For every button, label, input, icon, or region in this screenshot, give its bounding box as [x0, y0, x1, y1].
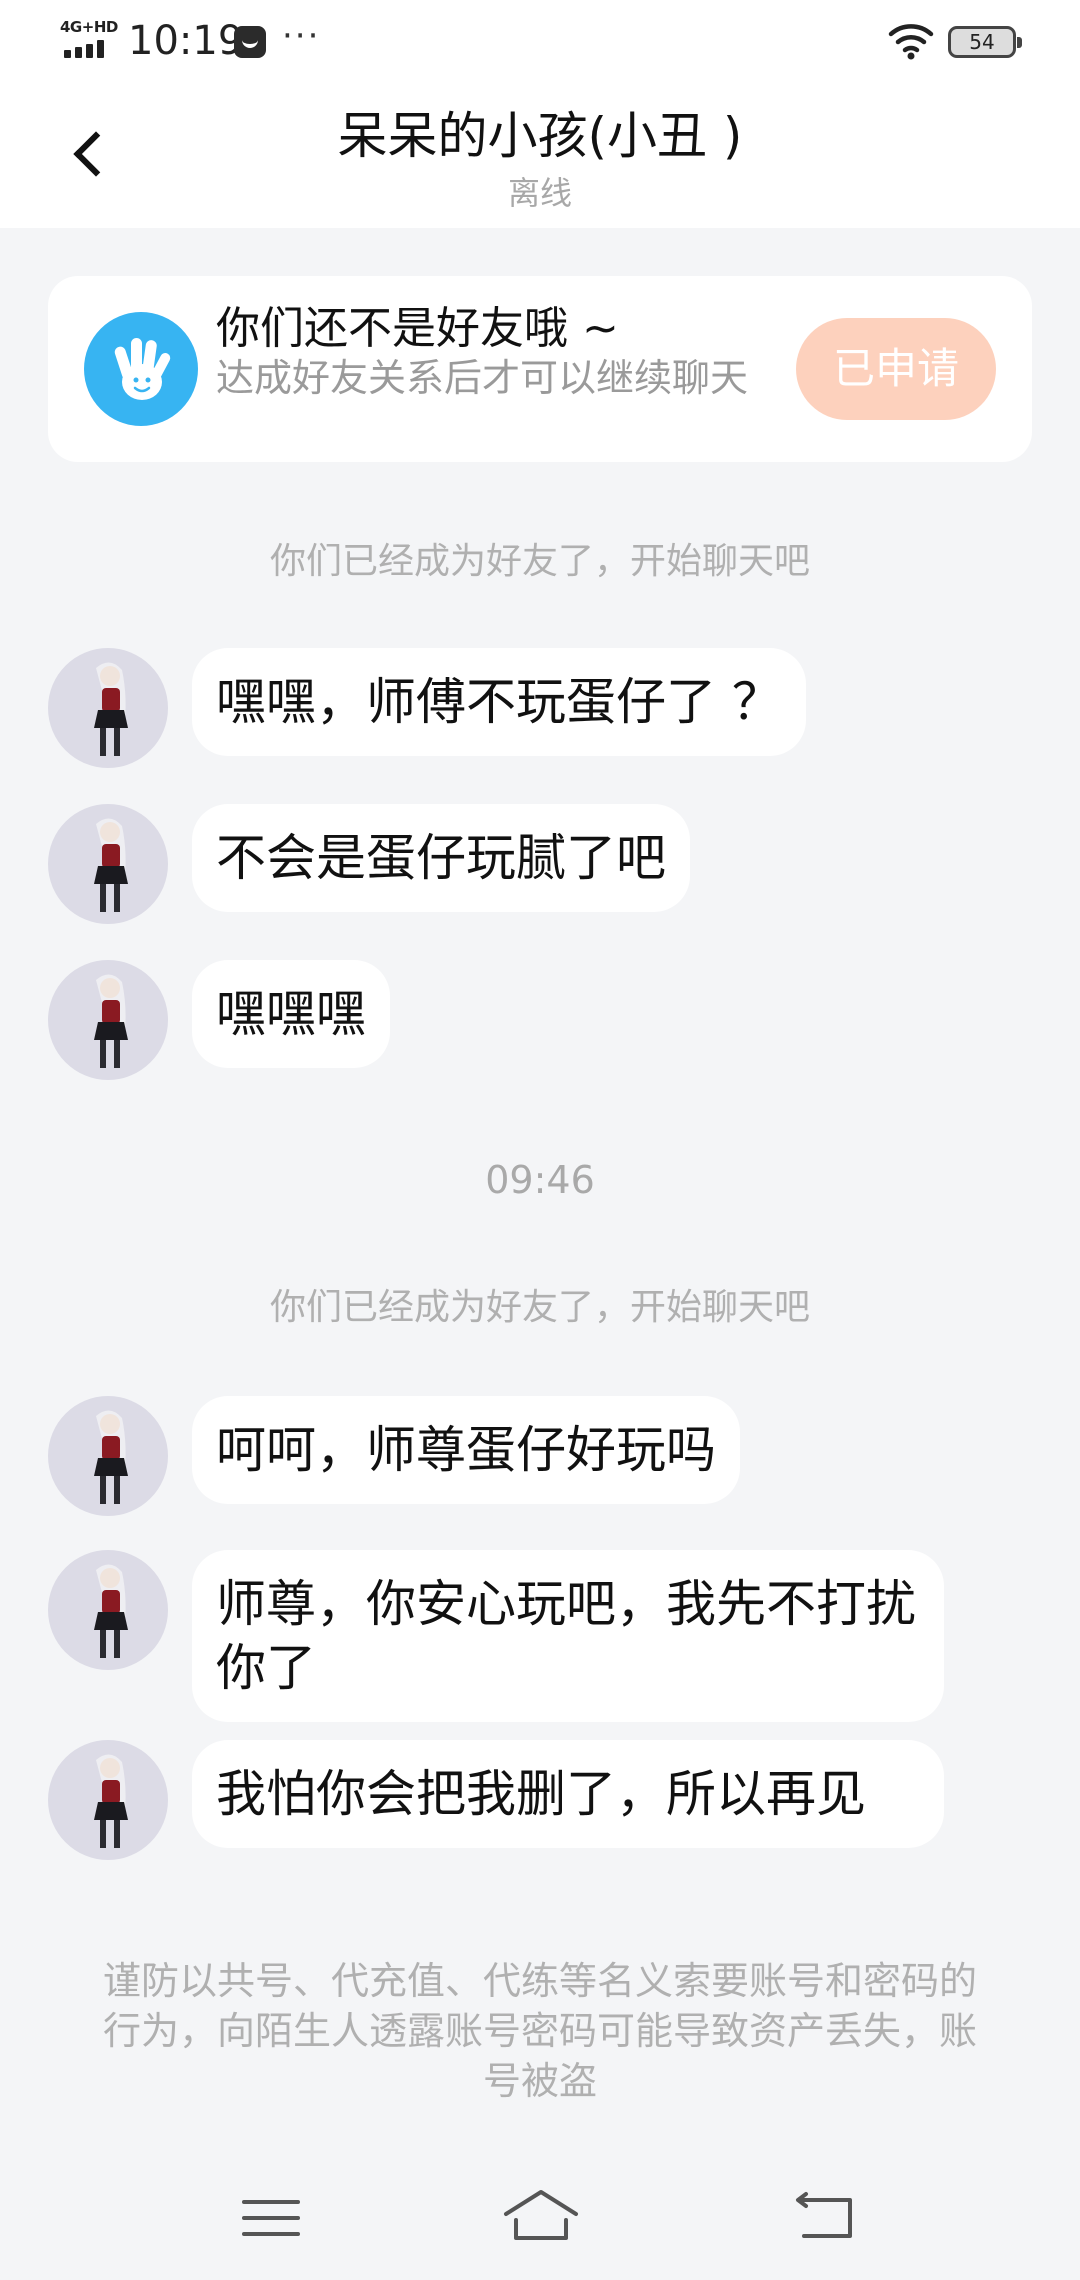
- signal-icon: [64, 40, 116, 58]
- home-icon[interactable]: [486, 2178, 596, 2258]
- network-indicator: 4G+HD: [60, 18, 118, 60]
- timestamp: 09:46: [485, 1158, 595, 1202]
- battery-level: 54: [969, 30, 995, 54]
- network-label: 4G+HD: [60, 18, 118, 36]
- system-notice: 你们已经成为好友了，开始聊天吧: [269, 541, 810, 582]
- back-button[interactable]: [60, 120, 120, 190]
- message-bubble[interactable]: 嘿嘿嘿: [192, 960, 390, 1068]
- system-nav-bar: [0, 2160, 1080, 2280]
- status-bar: 4G+HD 10:19 ··· 54: [0, 0, 1080, 84]
- more-notifications-icon: ···: [282, 16, 321, 56]
- message-bubble[interactable]: 嘿嘿，师傅不玩蛋仔了 ？: [192, 648, 806, 756]
- avatar[interactable]: [48, 1740, 168, 1860]
- message-bubble[interactable]: 呵呵，师尊蛋仔好玩吗: [192, 1396, 740, 1504]
- avatar[interactable]: [48, 1550, 168, 1670]
- friend-request-card: 你们还不是好友哦 ~ 达成好友关系后才可以继续聊天 已申请: [48, 276, 1032, 462]
- avatar[interactable]: [48, 648, 168, 768]
- hand-wave-icon: [84, 312, 198, 426]
- security-warning: 谨防以共号、代充值、代练等名义索要账号和密码的行为，向陌生人透露账号密码可能导致…: [102, 1959, 977, 2103]
- status-time: 10:19: [128, 18, 244, 64]
- chat-title[interactable]: 呆呆的小孩(小丑 ): [150, 96, 930, 168]
- message-bubble[interactable]: 我怕你会把我删了，所以再见: [192, 1740, 944, 1848]
- notice-title: 你们还不是好友哦 ~: [216, 303, 619, 354]
- wifi-icon: [888, 24, 934, 60]
- back-icon[interactable]: [770, 2178, 880, 2258]
- avatar[interactable]: [48, 804, 168, 924]
- battery-icon: 54: [948, 26, 1022, 58]
- avatar[interactable]: [48, 1396, 168, 1516]
- notification-message-icon: [234, 26, 266, 58]
- menu-icon[interactable]: [216, 2178, 326, 2258]
- message-bubble[interactable]: 师尊，你安心玩吧，我先不打扰你了: [192, 1550, 944, 1722]
- system-notice: 你们已经成为好友了，开始聊天吧: [269, 1287, 810, 1328]
- chat-screen: 4G+HD 10:19 ··· 54 呆呆的小孩(小丑 ) 离线 你们还不是好友…: [0, 0, 1080, 2280]
- chat-header: 呆呆的小孩(小丑 ) 离线: [0, 84, 1080, 228]
- avatar[interactable]: [48, 960, 168, 1080]
- notice-description: 达成好友关系后才可以继续聊天: [216, 356, 749, 400]
- applied-button[interactable]: 已申请: [796, 318, 996, 420]
- message-bubble[interactable]: 不会是蛋仔玩腻了吧: [192, 804, 690, 912]
- online-status: 离线: [507, 174, 572, 212]
